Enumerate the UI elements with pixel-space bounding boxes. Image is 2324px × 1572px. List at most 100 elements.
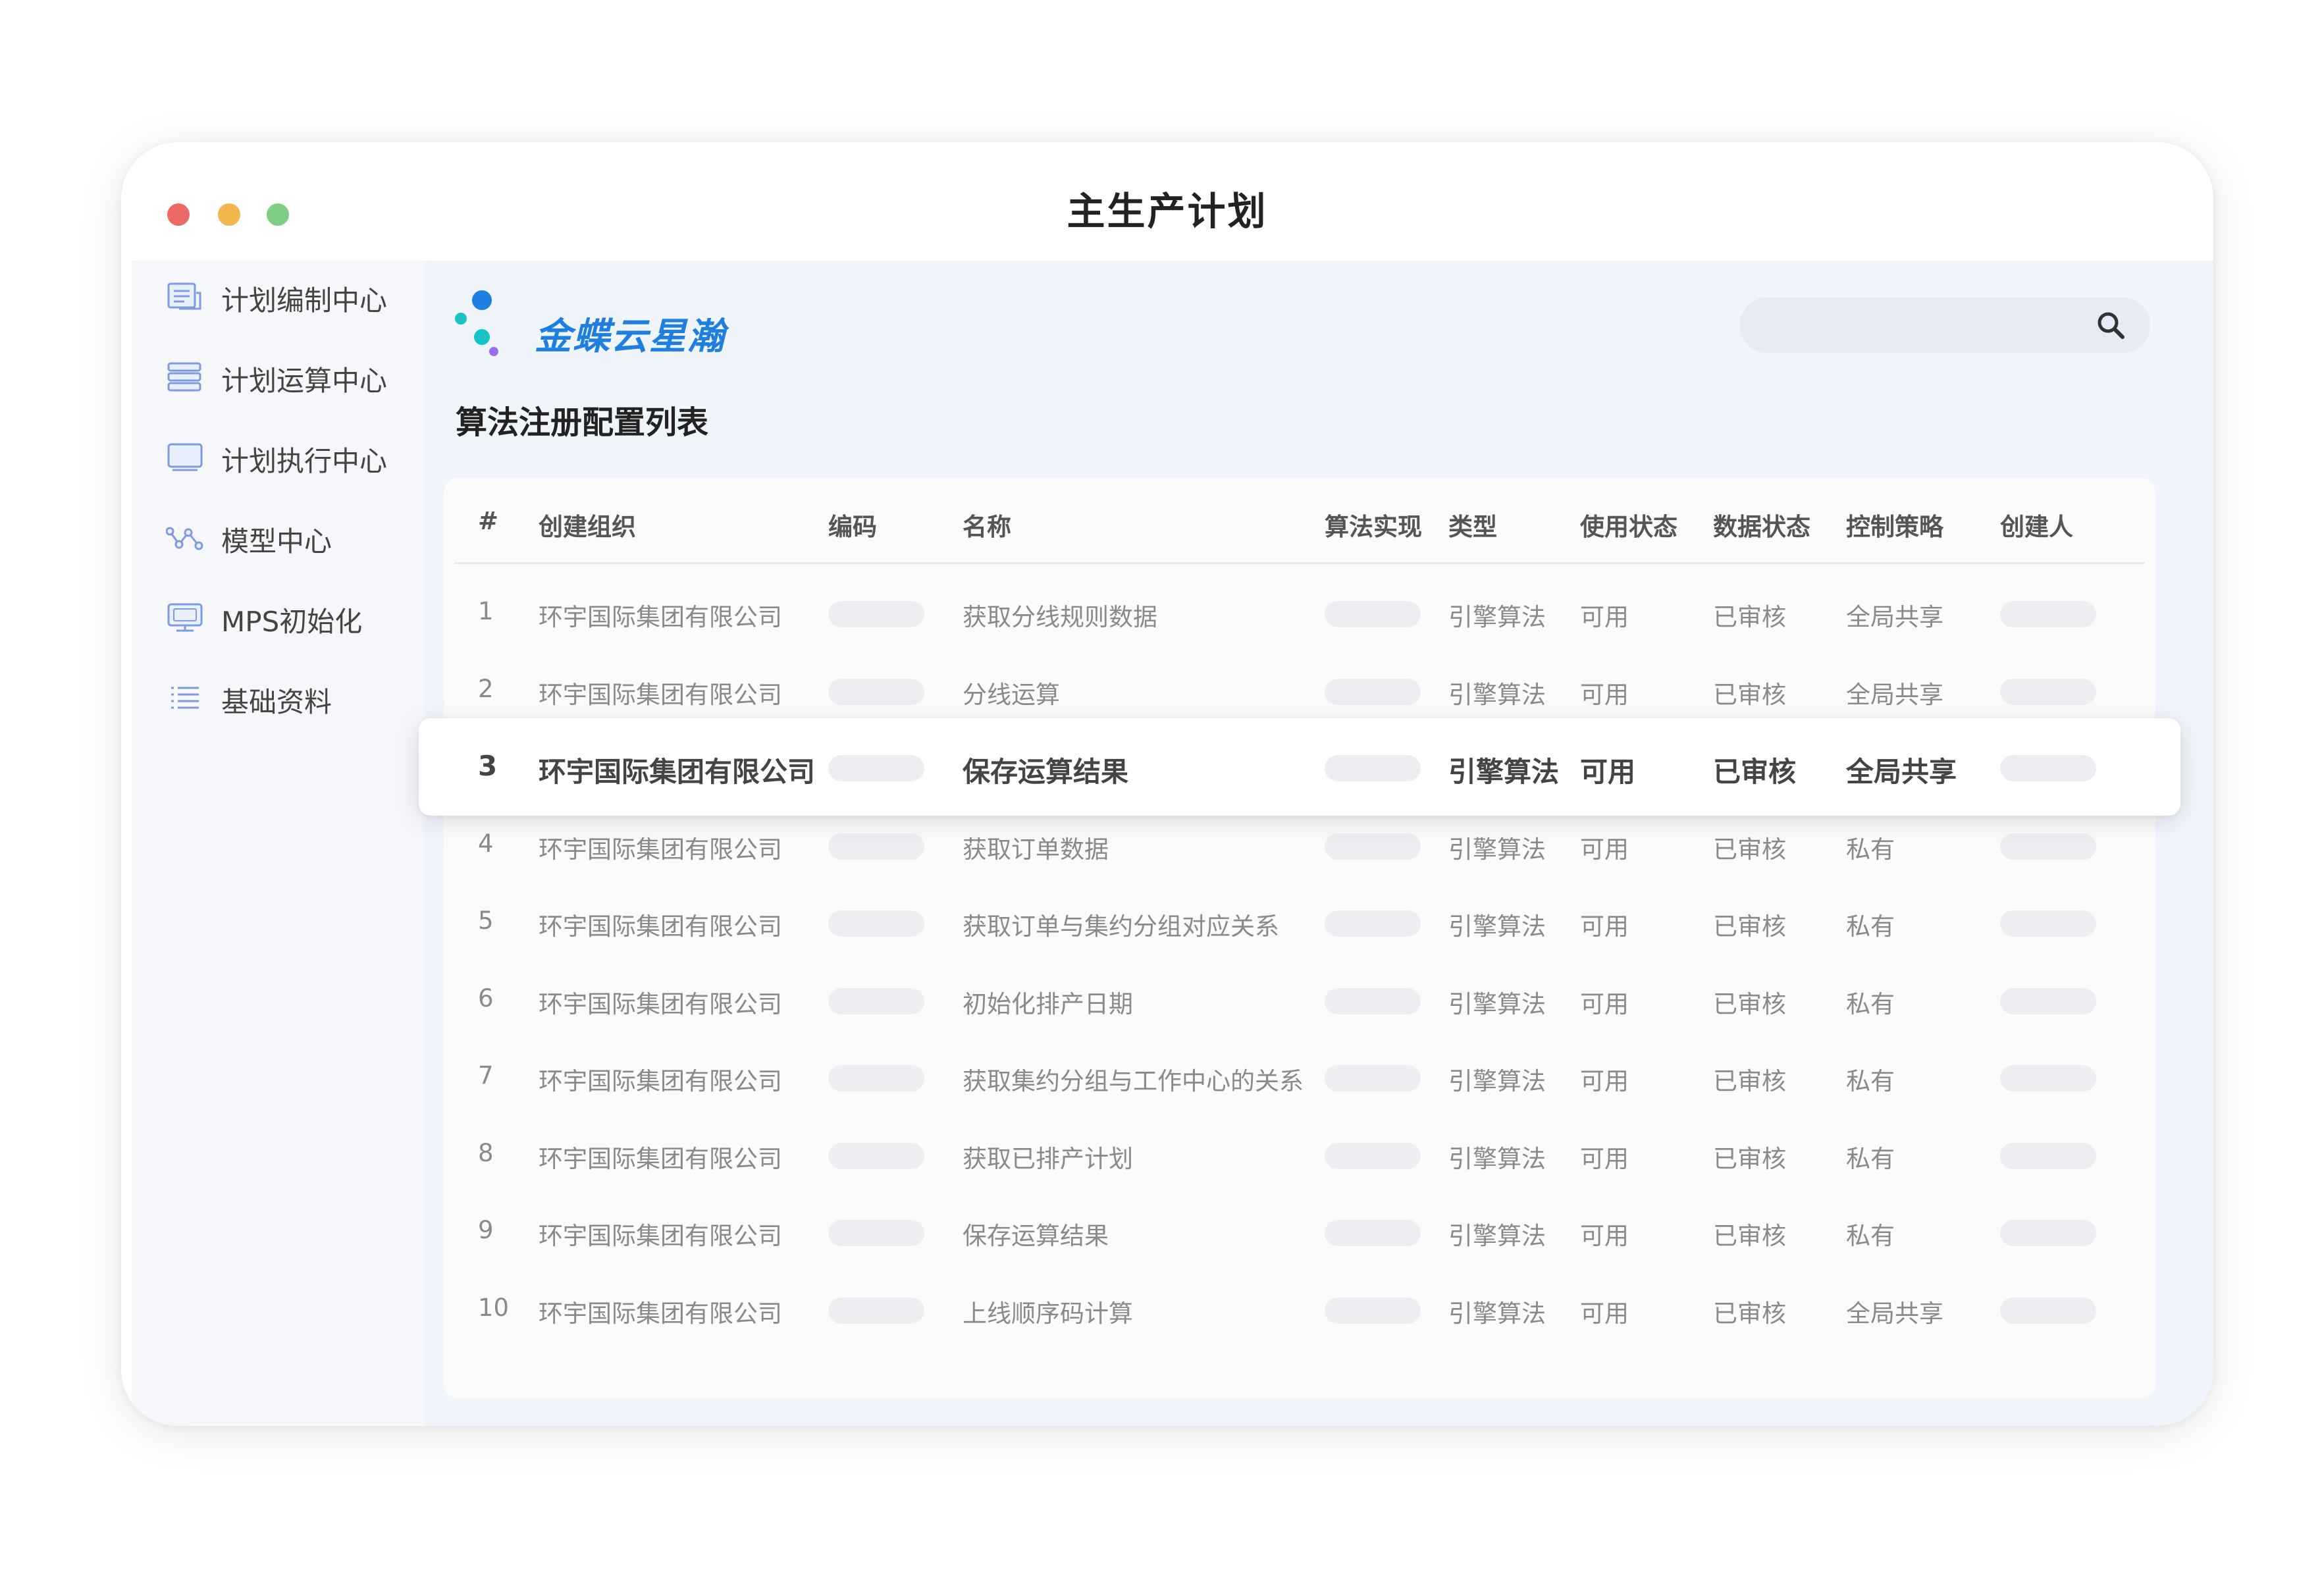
data-status-cell: 已审核: [1713, 603, 1786, 631]
type-cell: 引擎算法: [1448, 680, 1546, 709]
control-policy-cell: 私有: [1846, 1067, 1895, 1095]
control-policy-cell: 私有: [1846, 912, 1895, 941]
creator-placeholder: [2000, 1065, 2096, 1091]
name-cell: 获取已排产计划: [963, 1144, 1133, 1173]
table-row[interactable]: 6 环宇国际集团有限公司 初始化排产日期 引擎算法 可用 已审核 私有: [444, 960, 2155, 1038]
control-policy-cell: 私有: [1846, 989, 1895, 1018]
creator-placeholder: [2000, 833, 2096, 860]
create-org-cell: 环宇国际集团有限公司: [539, 1144, 782, 1173]
use-status-cell: 可用: [1580, 1222, 1629, 1250]
table-row-highlighted[interactable]: 3 环宇国际集团有限公司 保存运算结果 引擎算法 可用 已审核 全局共享: [419, 718, 2180, 816]
code-placeholder: [828, 910, 924, 937]
data-status-cell: 已审核: [1713, 1067, 1786, 1095]
table-row[interactable]: 10 环宇国际集团有限公司 上线顺序码计算 引擎算法 可用 已审核 全局共享: [444, 1270, 2155, 1348]
sidebar-item-basic-data[interactable]: 基础资料: [132, 668, 424, 727]
control-policy-cell: 全局共享: [1846, 1299, 1943, 1328]
use-status-cell: 可用: [1580, 835, 1629, 864]
implementation-placeholder: [1325, 1220, 1421, 1246]
search-box[interactable]: [1739, 298, 2150, 353]
kingdee-logo[interactable]: 金蝶云星瀚: [450, 286, 724, 365]
name-cell: 获取订单与集约分组对应关系: [963, 912, 1279, 941]
code-placeholder: [828, 833, 924, 860]
control-policy-cell: 全局共享: [1846, 680, 1943, 709]
create-org-cell: 环宇国际集团有限公司: [539, 1222, 782, 1250]
sidebar-item-model-center[interactable]: 模型中心: [132, 508, 424, 567]
row-number: 5: [478, 906, 494, 935]
use-status-cell: 可用: [1580, 912, 1629, 941]
row-number: 10: [478, 1293, 510, 1322]
table-row[interactable]: 1 环宇国际集团有限公司 获取分线规则数据 引擎算法 可用 已审核 全局共享: [444, 573, 2155, 651]
name-cell: 上线顺序码计算: [963, 1299, 1133, 1328]
creator-placeholder: [2000, 755, 2096, 781]
sidebar-item-plan-execute[interactable]: 计划执行中心: [132, 427, 424, 486]
row-number: 4: [478, 829, 494, 858]
title-bar: 主生产计划: [121, 142, 2213, 258]
data-status-cell: 已审核: [1713, 989, 1786, 1018]
sidebar-item-label: 模型中心: [221, 525, 332, 558]
implementation-placeholder: [1325, 678, 1421, 705]
type-cell: 引擎算法: [1448, 1067, 1546, 1095]
sidebar-item-label: MPS初始化: [221, 606, 363, 638]
name-cell: 获取集约分组与工作中心的关系: [963, 1067, 1304, 1095]
data-status-cell: 已审核: [1713, 912, 1786, 941]
name-cell: 保存运算结果: [963, 756, 1129, 788]
main-content: 金蝶云星瀚 算法注册配置列表 # 创建组织 编码 名称 算法实现 类型 使用状态…: [419, 261, 2213, 1426]
data-status-cell: 已审核: [1713, 1144, 1786, 1173]
create-org-cell: 环宇国际集团有限公司: [539, 1067, 782, 1095]
use-status-cell: 可用: [1580, 1299, 1629, 1328]
row-number: 2: [478, 674, 494, 703]
table-row[interactable]: 9 环宇国际集团有限公司 保存运算结果 引擎算法 可用 已审核 私有: [444, 1192, 2155, 1270]
header-divider: [454, 562, 2145, 564]
creator-placeholder: [2000, 678, 2096, 705]
use-status-cell: 可用: [1580, 1067, 1629, 1095]
column-header: 类型: [1448, 513, 1497, 541]
implementation-placeholder: [1325, 601, 1421, 627]
creator-placeholder: [2000, 910, 2096, 937]
code-placeholder: [828, 678, 924, 705]
algorithm-table: # 创建组织 编码 名称 算法实现 类型 使用状态 数据状态 控制策略 创建人 …: [419, 478, 2180, 1398]
sidebar-item-plan-compute[interactable]: 计划运算中心: [132, 347, 424, 406]
column-header: 算法实现: [1325, 513, 1422, 541]
search-icon[interactable]: [2095, 309, 2126, 341]
implementation-placeholder: [1325, 1065, 1421, 1091]
data-status-cell: 已审核: [1713, 756, 1797, 788]
use-status-cell: 可用: [1580, 680, 1629, 709]
column-header: 创建人: [2000, 513, 2073, 541]
table-row[interactable]: 4 环宇国际集团有限公司 获取订单数据 引擎算法 可用 已审核 私有: [444, 806, 2155, 883]
table-row[interactable]: 8 环宇国际集团有限公司 获取已排产计划 引擎算法 可用 已审核 私有: [444, 1115, 2155, 1193]
table-row[interactable]: 7 环宇国际集团有限公司 获取集约分组与工作中心的关系 引擎算法 可用 已审核 …: [444, 1037, 2155, 1115]
control-policy-cell: 全局共享: [1846, 756, 1957, 788]
name-cell: 初始化排产日期: [963, 989, 1133, 1018]
creator-placeholder: [2000, 1297, 2096, 1324]
create-org-cell: 环宇国际集团有限公司: [539, 680, 782, 709]
name-cell: 获取订单数据: [963, 835, 1109, 864]
column-header: 使用状态: [1580, 513, 1677, 541]
implementation-placeholder: [1325, 1142, 1421, 1169]
creator-placeholder: [2000, 1142, 2096, 1169]
use-status-cell: 可用: [1580, 989, 1629, 1018]
table-row[interactable]: 5 环宇国际集团有限公司 获取订单与集约分组对应关系 引擎算法 可用 已审核 私…: [444, 883, 2155, 960]
create-org-cell: 环宇国际集团有限公司: [539, 1299, 782, 1328]
name-cell: 获取分线规则数据: [963, 603, 1157, 631]
table-row[interactable]: 2 环宇国际集团有限公司 分线运算 引擎算法 可用 已审核 全局共享: [444, 651, 2155, 729]
desktop-icon: [167, 603, 203, 632]
monitor-icon: [167, 443, 203, 471]
creator-placeholder: [2000, 601, 2096, 627]
row-number: 8: [478, 1138, 494, 1167]
row-number: 1: [478, 597, 494, 625]
column-header: 名称: [963, 513, 1011, 541]
name-cell: 保存运算结果: [963, 1222, 1109, 1250]
logo-text: 金蝶云星瀚: [535, 315, 726, 358]
control-policy-cell: 私有: [1846, 1222, 1895, 1250]
server-stack-icon: [167, 362, 201, 392]
data-status-cell: 已审核: [1713, 835, 1786, 864]
type-cell: 引擎算法: [1448, 835, 1546, 864]
use-status-cell: 可用: [1580, 603, 1629, 631]
column-header: 数据状态: [1713, 513, 1810, 541]
sidebar-item-plan-compile[interactable]: 计划编制中心: [132, 267, 424, 326]
sidebar-item-label: 计划运算中心: [221, 365, 388, 397]
sidebar-item-mps-init[interactable]: MPS初始化: [132, 588, 424, 647]
code-placeholder: [828, 987, 924, 1014]
code-placeholder: [828, 601, 924, 627]
row-number: 9: [478, 1216, 494, 1244]
